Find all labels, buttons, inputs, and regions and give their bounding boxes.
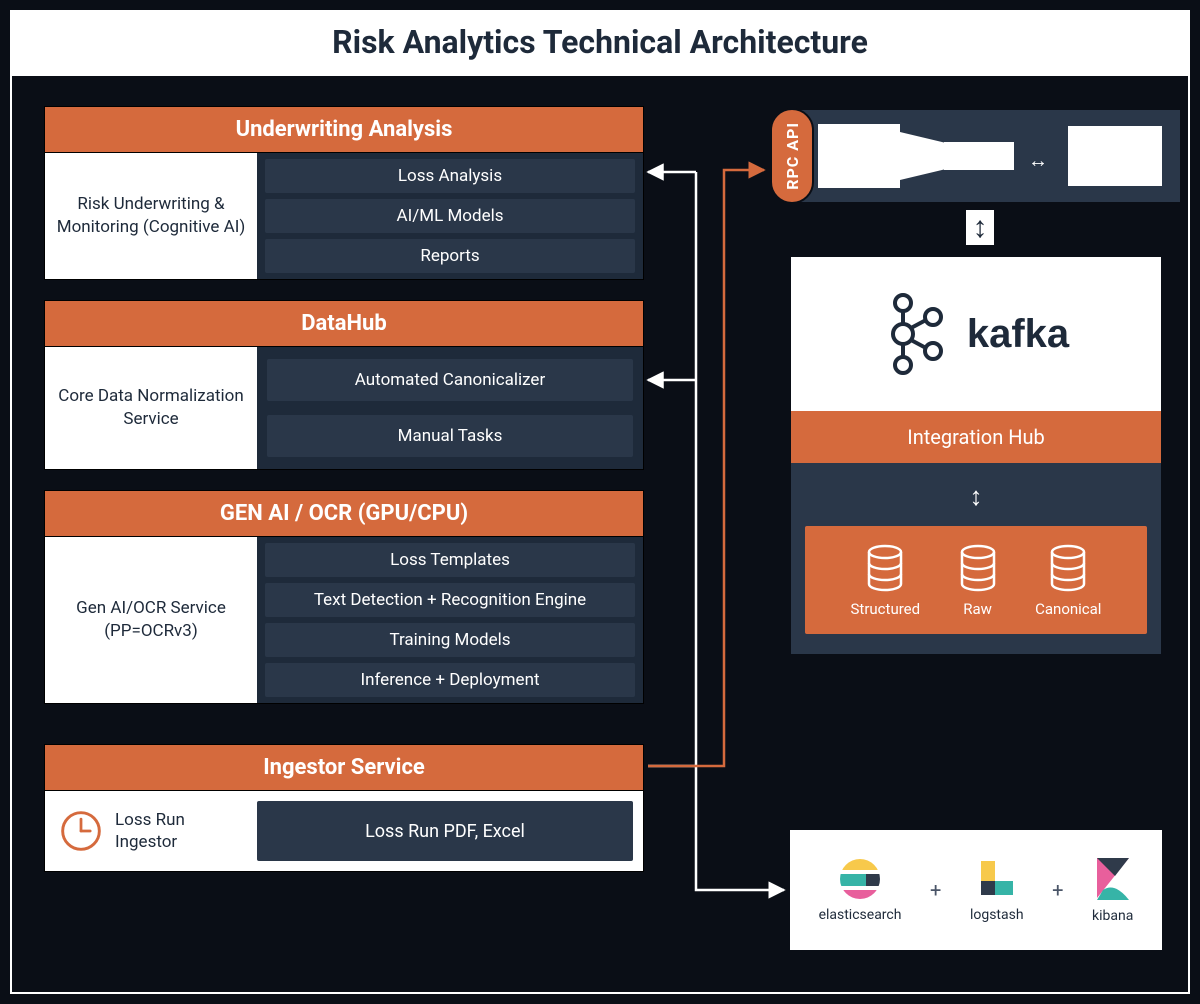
elk-label: kibana — [1092, 908, 1133, 924]
module-ingestor: Ingestor Service Loss Run Ingestor Loss … — [44, 744, 644, 872]
db-label: Raw — [963, 600, 992, 618]
page-title: Risk Analytics Technical Architecture — [332, 23, 868, 61]
page-title-bar: Risk Analytics Technical Architecture — [10, 10, 1190, 74]
bidirectional-arrow-icon: ↕ — [970, 481, 983, 512]
plus-separator: + — [1052, 878, 1063, 902]
elk-label: logstash — [970, 907, 1024, 923]
module-underwriting: Underwriting Analysis Risk Underwriting … — [44, 106, 644, 280]
module-datahub: DataHub Core Data Normalization Service … — [44, 300, 644, 470]
list-item: Loss Templates — [265, 543, 635, 577]
ingestor-left-label: Loss Run Ingestor — [115, 809, 243, 853]
db-label: Canonical — [1035, 600, 1101, 618]
list-item: Loss Analysis — [265, 159, 635, 193]
elasticsearch: elasticsearch — [819, 857, 902, 923]
bidirectional-arrow-icon: ↔ — [1028, 148, 1048, 173]
ingestor-left: Loss Run Ingestor — [45, 791, 257, 871]
database-icon — [1046, 544, 1090, 592]
module-header: Ingestor Service — [45, 745, 643, 791]
database-row: Structured Raw — [805, 526, 1147, 634]
list-item: AI/ML Models — [265, 199, 635, 233]
module-header: DataHub — [45, 301, 643, 347]
db-canonical: Canonical — [1035, 544, 1101, 618]
kafka-area: kafka — [791, 257, 1161, 411]
module-left-label: Gen AI/OCR Service (PP=OCRv3) — [45, 537, 257, 703]
rpc-api-label: RPC API — [783, 122, 802, 190]
bidirectional-arrow-icon: ↕ — [966, 210, 994, 245]
clock-icon — [59, 809, 103, 853]
list-item: Text Detection + Recognition Engine — [265, 583, 635, 617]
plus-separator: + — [930, 878, 941, 902]
logstash-icon — [975, 857, 1019, 901]
list-item: Manual Tasks — [267, 415, 633, 457]
integration-hub-card: kafka Integration Hub ↕ Structured — [790, 256, 1162, 655]
kibana-icon — [1093, 856, 1133, 902]
module-left-label: Core Data Normalization Service — [45, 347, 257, 469]
elk-label: elasticsearch — [819, 907, 902, 923]
list-item: Inference + Deployment — [265, 663, 635, 697]
database-icon — [956, 544, 1000, 592]
elk-card: elasticsearch + logstash + kibana — [790, 830, 1162, 950]
rpc-api-pill: RPC API — [770, 108, 814, 204]
kibana: kibana — [1092, 856, 1133, 924]
module-header: GEN AI / OCR (GPU/CPU) — [45, 491, 643, 537]
list-item: Training Models — [265, 623, 635, 657]
database-icon — [863, 544, 907, 592]
module-genai: GEN AI / OCR (GPU/CPU) Gen AI/OCR Servic… — [44, 490, 644, 704]
pipe-endpoint — [1068, 126, 1162, 186]
kafka-label: kafka — [967, 312, 1069, 357]
list-item: Automated Canonicalizer — [267, 359, 633, 401]
pipe-segment — [944, 142, 1014, 170]
db-label: Structured — [851, 600, 921, 618]
pipe-segment — [818, 124, 900, 188]
logstash: logstash — [970, 857, 1024, 923]
list-item: Reports — [265, 239, 635, 273]
module-left-label: Risk Underwriting & Monitoring (Cognitiv… — [45, 153, 257, 279]
db-structured: Structured — [851, 544, 921, 618]
integration-hub-label: Integration Hub — [791, 411, 1161, 463]
elasticsearch-icon — [838, 857, 882, 901]
kafka-icon — [883, 291, 949, 377]
ingestor-right-label: Loss Run PDF, Excel — [257, 801, 633, 861]
db-raw: Raw — [956, 544, 1000, 618]
module-header: Underwriting Analysis — [45, 107, 643, 153]
